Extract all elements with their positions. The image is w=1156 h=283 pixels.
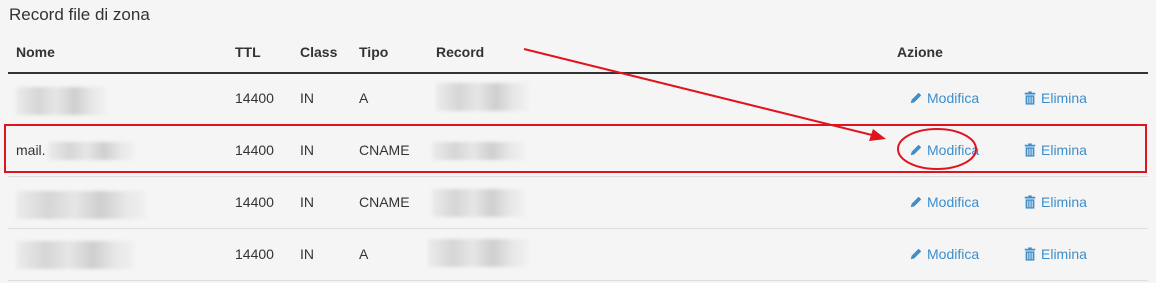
edit-button[interactable]: Modifica [909,90,979,106]
record-class: IN [300,90,314,106]
pencil-icon [910,196,922,208]
record-type: CNAME [359,194,410,210]
record-type: CNAME [359,142,410,158]
delete-button[interactable]: Elimina [1023,246,1087,262]
redacted-name [16,241,134,269]
pencil-icon [910,144,922,156]
redacted-name [16,191,146,219]
trash-icon [1024,91,1036,105]
table-row: 14400 IN A Modifica Elimina [8,73,1148,125]
record-name: mail. [16,142,134,161]
delete-label: Elimina [1041,142,1087,158]
edit-button[interactable]: Modifica [909,142,979,158]
redacted-record [432,142,524,161]
record-name [16,87,106,115]
trash-icon [1024,143,1036,157]
delete-label: Elimina [1041,246,1087,262]
pencil-icon [910,92,922,104]
record-value [432,142,524,161]
trash-icon [1024,195,1036,209]
delete-button[interactable]: Elimina [1023,142,1087,158]
section-title: Record file di zona [9,5,150,24]
trash-icon [1024,247,1036,261]
table-row: 14400 IN A Modifica Elimina [8,229,1148,281]
column-header-type[interactable]: Tipo [359,44,388,60]
delete-button[interactable]: Elimina [1023,90,1087,106]
redacted-name [47,142,134,161]
record-value [428,239,528,267]
delete-label: Elimina [1041,194,1087,210]
record-value [432,189,524,217]
redacted-record [436,83,528,111]
pencil-icon [910,248,922,260]
column-header-class[interactable]: Class [300,44,337,60]
edit-label: Modifica [927,246,980,262]
record-ttl: 14400 [235,194,274,210]
column-header-ttl[interactable]: TTL [235,44,261,60]
record-type: A [359,90,369,106]
delete-label: Elimina [1041,90,1087,106]
edit-button[interactable]: Modifica [909,194,979,210]
delete-button[interactable]: Elimina [1023,194,1087,210]
record-class: IN [300,246,314,262]
edit-label: Modifica [927,194,980,210]
record-type: A [359,246,369,262]
column-header-record[interactable]: Record [436,44,484,60]
table-row: 14400 IN CNAME Modifica Elimina [8,177,1148,229]
record-value [436,83,528,111]
table-row: mail. 14400 IN CNAME Modifica Elimina [8,125,1148,177]
record-ttl: 14400 [235,246,274,262]
column-header-name[interactable]: Nome [16,44,55,60]
record-class: IN [300,194,314,210]
record-name [16,191,146,219]
redacted-record [428,239,528,267]
redacted-name [16,87,106,115]
record-ttl: 14400 [235,90,274,106]
record-name [16,241,134,269]
table-header: Nome TTL Class Tipo Record Azione [8,38,1148,74]
record-name-prefix: mail. [16,142,46,158]
record-class: IN [300,142,314,158]
column-header-action: Azione [897,44,943,60]
redacted-record [432,189,524,217]
edit-label: Modifica [927,142,980,158]
record-ttl: 14400 [235,142,274,158]
edit-label: Modifica [927,90,980,106]
edit-button[interactable]: Modifica [909,246,979,262]
